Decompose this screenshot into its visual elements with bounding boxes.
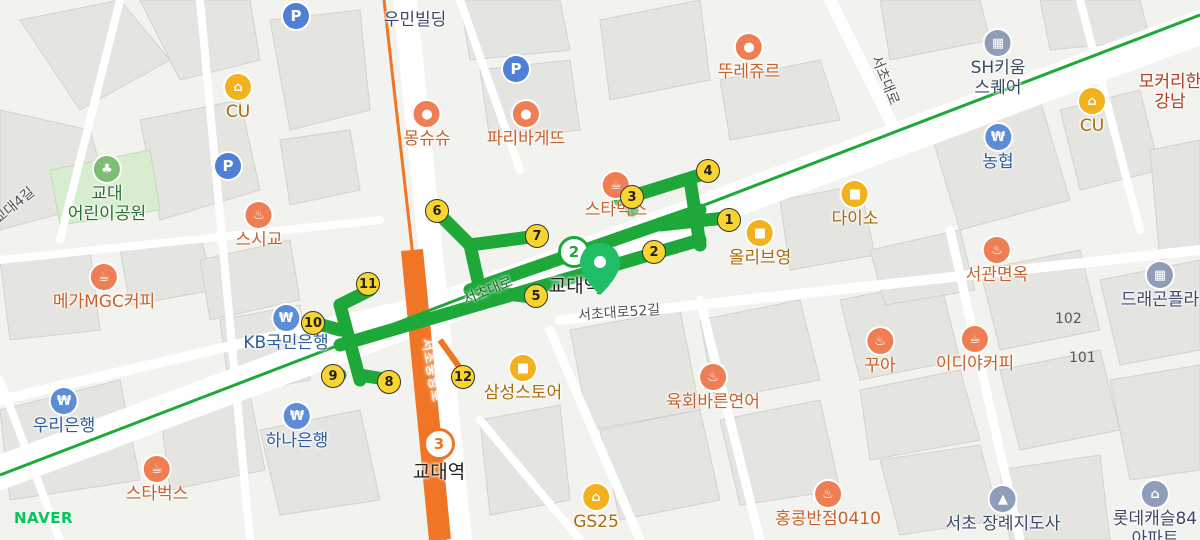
poi-hongkong-banjeom[interactable]: ♨ 홍콩반점0410 xyxy=(775,481,881,529)
poi-samsung-store[interactable]: ■ 삼성스토어 xyxy=(484,355,562,403)
poi-yukhoe-salmon[interactable]: ♨ 육회바른연어 xyxy=(666,364,760,412)
map-view[interactable]: 서초대로 서초대로 서초중앙로 서초대로52길 교대4길 우민빌딩 P P P … xyxy=(0,0,1200,540)
poi-gs25[interactable]: ⌂ GS25 xyxy=(573,484,619,532)
poi-seogwan-myeonok[interactable]: ♨ 서관면옥 xyxy=(966,237,1028,285)
exit-10[interactable]: 10 xyxy=(301,311,325,335)
bank-icon: ₩ xyxy=(284,403,310,429)
building-icon: ▦ xyxy=(1146,262,1173,288)
poi-cu-1[interactable]: ⌂ CU xyxy=(225,74,251,122)
school-icon: ▲ xyxy=(989,486,1016,512)
poi-parking-3[interactable]: P xyxy=(215,153,241,179)
poi-mongshushu[interactable]: ● 몽슈슈 xyxy=(404,101,450,149)
convenience-store-icon: ⌂ xyxy=(582,484,609,510)
poi-cu-2[interactable]: ⌂ CU xyxy=(1079,88,1105,136)
poi-ediya-coffee[interactable]: ☕ 이디야커피 xyxy=(936,326,1014,374)
bakery-icon: ● xyxy=(413,101,440,127)
poi-lotte-castle[interactable]: ⌂ 롯데캐슬84 아파트 xyxy=(1113,481,1197,540)
restaurant-icon: ♨ xyxy=(245,202,272,228)
exit-6[interactable]: 6 xyxy=(425,199,449,223)
restaurant-icon: ♨ xyxy=(867,328,893,354)
parking-icon: P xyxy=(215,153,241,179)
cafe-icon: ☕ xyxy=(91,264,117,290)
station-label-line3[interactable]: 교대역 xyxy=(413,460,465,482)
exit-11[interactable]: 11 xyxy=(356,272,380,296)
naver-logo: NAVER xyxy=(14,509,74,527)
bank-icon: ₩ xyxy=(273,305,299,331)
exit-2[interactable]: 2 xyxy=(642,240,666,264)
exit-4[interactable]: 4 xyxy=(696,159,720,183)
exit-1[interactable]: 1 xyxy=(717,208,741,232)
poi-hana-bank[interactable]: ₩ 하나은행 xyxy=(266,403,328,451)
park-icon: ♣ xyxy=(93,156,120,182)
exit-8[interactable]: 8 xyxy=(377,370,401,394)
line-3-badge: 3 xyxy=(423,428,455,460)
poi-ggua[interactable]: ♨ 꾸아 xyxy=(864,328,896,376)
building-icon: ▦ xyxy=(984,30,1011,56)
exit-9[interactable]: 9 xyxy=(321,364,345,388)
poi-mokkeorihan[interactable]: 모커리한 강남 xyxy=(1139,0,1200,112)
bank-icon: ₩ xyxy=(51,388,77,414)
restaurant-icon: ♨ xyxy=(984,237,1010,263)
building-number-101: 101 xyxy=(1069,350,1096,366)
poi-woori-bank[interactable]: ₩ 우리은행 xyxy=(33,388,95,436)
poi-paris-baguette[interactable]: ● 파리바게뜨 xyxy=(487,101,565,149)
poi-sushi-gyo[interactable]: ♨ 스시교 xyxy=(236,202,282,250)
poi-gyodae-park[interactable]: ♣ 교대 어린이공원 xyxy=(68,156,146,224)
shopping-icon: ■ xyxy=(841,181,868,207)
convenience-store-icon: ⌂ xyxy=(1079,88,1105,114)
restaurant-icon: ♨ xyxy=(700,364,726,390)
exit-3[interactable]: 3 xyxy=(620,185,644,209)
parking-icon: P xyxy=(283,3,309,29)
poi-nonghyup[interactable]: ₩ 농협 xyxy=(982,124,1014,172)
poi-parking-1[interactable]: P xyxy=(283,3,309,29)
poi-starbucks-2[interactable]: ☕ 스타벅스 xyxy=(126,456,188,504)
restaurant-icon: ♨ xyxy=(814,481,841,507)
parking-icon: P xyxy=(503,56,529,82)
bakery-icon: ● xyxy=(512,101,539,127)
poi-dragon-plaza[interactable]: ▦ 드래곤플라 xyxy=(1121,262,1199,310)
bakery-icon: ● xyxy=(736,34,762,60)
bank-icon: ₩ xyxy=(985,124,1011,150)
poi-sh-kium-square[interactable]: ▦ SH키움 스퀘어 xyxy=(971,30,1025,98)
poi-tous-les-jours[interactable]: ● 뚜레쥬르 xyxy=(718,34,780,82)
cafe-icon: ☕ xyxy=(144,456,170,482)
poi-seocho-library[interactable]: ▲ 서초 장례지도사 xyxy=(946,486,1060,534)
convenience-store-icon: ⌂ xyxy=(225,74,251,100)
exit-12[interactable]: 12 xyxy=(451,365,475,389)
shopping-icon: ■ xyxy=(747,220,773,246)
exit-5[interactable]: 5 xyxy=(524,284,548,308)
poi-parking-2[interactable]: P xyxy=(503,56,529,82)
building-number-102: 102 xyxy=(1055,311,1082,327)
poi-daiso[interactable]: ■ 다이소 xyxy=(832,181,878,229)
location-pin-icon[interactable] xyxy=(578,241,622,297)
shopping-icon: ■ xyxy=(509,355,536,381)
cafe-icon: ☕ xyxy=(961,326,988,352)
poi-umin-building[interactable]: 우민빌딩 xyxy=(384,0,447,30)
poi-mega-coffee[interactable]: ☕ 메가MGC커피 xyxy=(53,264,155,312)
apartment-icon: ⌂ xyxy=(1141,481,1168,507)
exit-7[interactable]: 7 xyxy=(525,224,549,248)
